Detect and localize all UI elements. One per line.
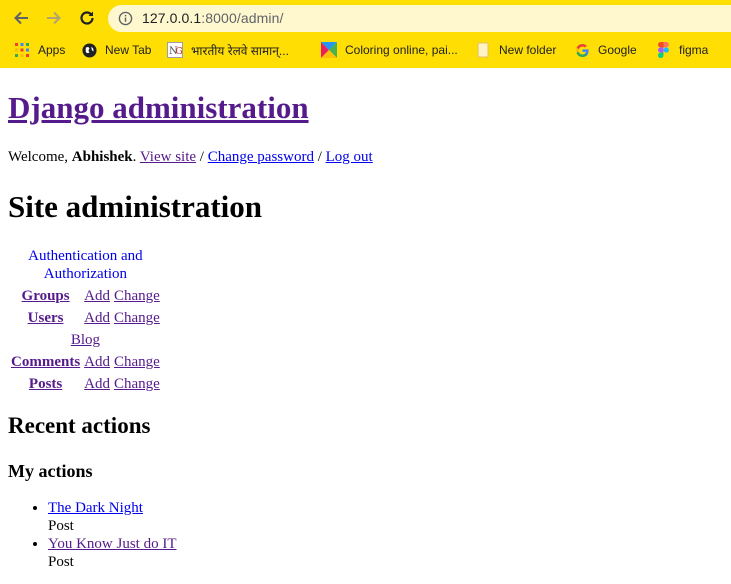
app-blog-link[interactable]: Blog bbox=[71, 332, 100, 348]
app-auth-link[interactable]: Authentication and Authorization bbox=[22, 248, 148, 282]
user-tools: Welcome, Abhishek. View site / Change pa… bbox=[8, 149, 373, 166]
model-name-cell: Comments bbox=[10, 352, 81, 372]
model-add-cell: Add bbox=[83, 308, 111, 328]
model-row-comments: Comments Add Change bbox=[10, 352, 161, 372]
bookmark-label: New folder bbox=[499, 43, 557, 57]
back-arrow-icon bbox=[14, 11, 28, 25]
users-change-link[interactable]: Change bbox=[114, 310, 160, 326]
bookmark-label: figma bbox=[679, 43, 709, 57]
figma-icon bbox=[655, 42, 671, 58]
info-icon[interactable] bbox=[118, 11, 133, 26]
model-row-groups: Groups Add Change bbox=[10, 286, 161, 306]
change-password-link[interactable]: Change password bbox=[208, 149, 314, 165]
model-change-cell: Change bbox=[113, 374, 161, 394]
url-path: :8000/admin/ bbox=[201, 10, 284, 26]
welcome-text: Welcome, bbox=[8, 149, 72, 165]
bookmark-figma[interactable]: figma bbox=[655, 40, 708, 60]
posts-add-link[interactable]: Add bbox=[84, 376, 110, 392]
bookmark-google[interactable]: Google bbox=[574, 40, 637, 60]
bookmark-new-folder[interactable]: New folder bbox=[475, 40, 556, 60]
welcome-punct: . bbox=[132, 149, 140, 165]
browser-toolbar: 127.0.0.1:8000/admin/ bbox=[0, 0, 731, 36]
bookmark-label: भारतीय रेलवे सामान्... bbox=[191, 43, 289, 58]
action-list: The Dark Night Post You Know Just do IT … bbox=[8, 499, 177, 571]
groups-add-link[interactable]: Add bbox=[84, 288, 110, 304]
site-name-heading: Django administration bbox=[8, 90, 309, 126]
model-row-posts: Posts Add Change bbox=[10, 374, 161, 394]
globe-icon bbox=[81, 42, 97, 58]
list-item: The Dark Night Post bbox=[48, 499, 177, 535]
apps-grid-icon bbox=[14, 42, 30, 58]
bookmarks-bar: Apps New Tab N G भारतीय रेलवे सामान्... bbox=[0, 36, 731, 64]
my-actions-heading: My actions bbox=[8, 461, 93, 481]
app-caption-row: Blog bbox=[10, 330, 161, 350]
model-name-cell: Groups bbox=[10, 286, 81, 306]
bookmark-new-tab[interactable]: New Tab bbox=[81, 40, 151, 60]
bookmark-label: Coloring online, pai... bbox=[345, 43, 458, 57]
app-auth-label: Authentication and Authorization bbox=[28, 248, 143, 282]
model-change-cell: Change bbox=[113, 308, 161, 328]
app-list: Authentication and Authorization Groups … bbox=[8, 244, 163, 396]
app-caption-row: Authentication and Authorization bbox=[10, 246, 161, 284]
action-link[interactable]: You Know Just do IT bbox=[48, 536, 177, 552]
page-content: Django administration Welcome, Abhishek.… bbox=[0, 68, 731, 584]
app-caption-cell: Authentication and Authorization bbox=[10, 246, 161, 284]
model-change-cell: Change bbox=[113, 352, 161, 372]
separator: / bbox=[196, 149, 208, 165]
bookmark-railway[interactable]: N G भारतीय रेलवे सामान्... bbox=[167, 40, 289, 60]
model-add-cell: Add bbox=[83, 374, 111, 394]
model-groups-link[interactable]: Groups bbox=[22, 288, 70, 304]
users-add-link[interactable]: Add bbox=[84, 310, 110, 326]
action-type: Post bbox=[48, 518, 74, 534]
bookmark-label: New Tab bbox=[105, 43, 152, 57]
forward-button[interactable] bbox=[42, 6, 66, 30]
address-bar[interactable]: 127.0.0.1:8000/admin/ bbox=[108, 5, 731, 32]
folder-icon bbox=[475, 42, 491, 58]
model-comments-link[interactable]: Comments bbox=[11, 354, 80, 370]
comments-change-link[interactable]: Change bbox=[114, 354, 160, 370]
bookmark-label: Google bbox=[598, 43, 637, 57]
bookmark-apps[interactable]: Apps bbox=[14, 40, 65, 60]
model-posts-link[interactable]: Posts bbox=[29, 376, 62, 392]
separator: / bbox=[313, 149, 326, 165]
action-link[interactable]: The Dark Night bbox=[48, 500, 143, 516]
log-out-link[interactable]: Log out bbox=[326, 149, 373, 165]
model-name-cell: Posts bbox=[10, 374, 81, 394]
google-icon bbox=[574, 42, 590, 58]
model-name-cell: Users bbox=[10, 308, 81, 328]
model-row-users: Users Add Change bbox=[10, 308, 161, 328]
url-host: 127.0.0.1 bbox=[142, 10, 202, 26]
app-blog: Blog Comments Add Change Posts Add Chang… bbox=[10, 330, 161, 394]
reload-button[interactable] bbox=[75, 6, 99, 30]
reload-icon bbox=[80, 11, 94, 25]
browser-chrome: 127.0.0.1:8000/admin/ Apps New Tab N G भ… bbox=[0, 0, 731, 68]
view-site-link[interactable]: View site bbox=[140, 149, 196, 165]
model-add-cell: Add bbox=[83, 286, 111, 306]
bookmark-coloring[interactable]: Coloring online, pai... bbox=[321, 40, 458, 60]
bookmark-label: Apps bbox=[38, 43, 66, 57]
forward-arrow-icon bbox=[47, 11, 61, 25]
site-favicon-icon: N G bbox=[167, 42, 183, 58]
model-users-link[interactable]: Users bbox=[28, 310, 64, 326]
app-auth: Authentication and Authorization Groups … bbox=[10, 246, 161, 328]
page-title: Site administration bbox=[8, 189, 263, 224]
recent-actions-heading: Recent actions bbox=[8, 413, 151, 438]
username: Abhishek bbox=[71, 149, 133, 165]
groups-change-link[interactable]: Change bbox=[114, 288, 160, 304]
model-add-cell: Add bbox=[83, 352, 111, 372]
url-text[interactable]: 127.0.0.1:8000/admin/ bbox=[142, 10, 283, 26]
coloring-favicon-icon bbox=[321, 42, 337, 58]
posts-change-link[interactable]: Change bbox=[114, 376, 160, 392]
app-caption-cell: Blog bbox=[10, 330, 161, 350]
comments-add-link[interactable]: Add bbox=[84, 354, 110, 370]
site-name-link[interactable]: Django administration bbox=[8, 90, 309, 125]
svg-text:G: G bbox=[176, 47, 183, 57]
list-item: You Know Just do IT Post bbox=[48, 535, 177, 571]
back-button[interactable] bbox=[9, 6, 33, 30]
action-type: Post bbox=[48, 554, 74, 570]
model-change-cell: Change bbox=[113, 286, 161, 306]
